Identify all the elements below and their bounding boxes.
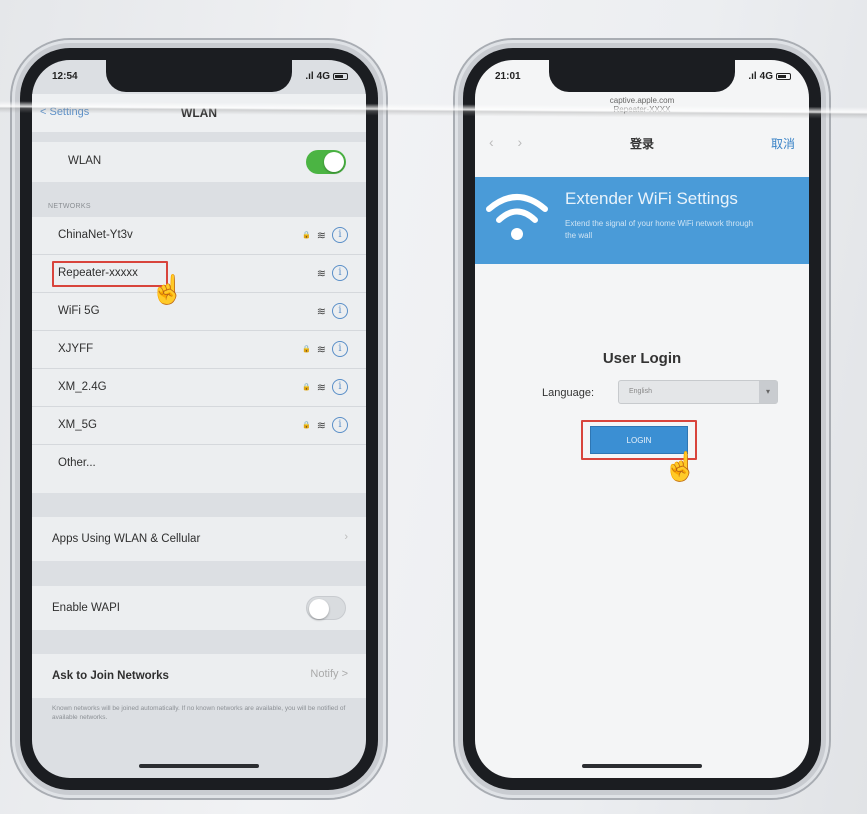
network-row[interactable]: WiFi 5G ≋ i xyxy=(32,293,366,331)
networks-header: NETWORKS xyxy=(48,203,91,210)
apps-using-wlan-row[interactable]: Apps Using WLAN & Cellular › xyxy=(32,517,366,561)
network-row[interactable]: Repeater-xxxxx ≋ i ☝ xyxy=(32,255,366,305)
info-icon[interactable]: i xyxy=(332,341,348,357)
wlan-toggle[interactable] xyxy=(306,150,346,174)
wapi-group: Enable WAPI xyxy=(32,586,366,630)
network-status-icons: 🔒 ≋ i xyxy=(302,227,348,243)
network-type: 4G xyxy=(316,71,330,82)
ask-join-group: Ask to Join Networks Notify > xyxy=(32,654,366,698)
browser-nav: ‹ › 登录 取消 xyxy=(475,124,809,162)
networks-list: ChinaNet-Yt3v 🔒 ≋ i Repeater-xxxxx ≋ i ☝ WiFi 5G… xyxy=(32,217,366,493)
enable-wapi-label: Enable WAPI xyxy=(52,602,120,614)
info-icon[interactable]: i xyxy=(332,265,348,281)
network-row[interactable]: XM_5G 🔒 ≋ i xyxy=(32,407,366,445)
phone-right: 21:01 .ıl 4G captive.apple.com Repeater-… xyxy=(455,40,829,798)
notch xyxy=(549,60,735,92)
banner-title: Extender WiFi Settings xyxy=(565,189,738,208)
info-icon[interactable]: i xyxy=(332,227,348,243)
captive-portal-screen: 21:01 .ıl 4G captive.apple.com Repeater-… xyxy=(475,60,809,778)
apps-group: Apps Using WLAN & Cellular › xyxy=(32,517,366,561)
wlan-row[interactable]: WLAN xyxy=(32,142,366,180)
status-signal: .ıl 4G xyxy=(305,71,348,82)
ask-to-join-row[interactable]: Ask to Join Networks Notify > xyxy=(32,654,366,698)
home-indicator xyxy=(139,764,259,768)
network-name: XJYFF xyxy=(58,343,94,355)
apps-using-wlan-label: Apps Using WLAN & Cellular xyxy=(52,533,201,545)
wifi-signal-icon: ≋ xyxy=(316,267,326,280)
home-indicator xyxy=(582,764,702,768)
lock-icon: 🔒 xyxy=(302,422,311,429)
browser-subtitle: Repeater-XXXX xyxy=(613,105,671,114)
notch xyxy=(106,60,292,92)
user-login-title: User Login xyxy=(602,350,682,367)
extender-banner: Extender WiFi Settings Extend the signal… xyxy=(475,177,809,264)
network-status-icons: 🔒 ≋ i xyxy=(302,341,348,357)
chevron-down-icon: ▾ xyxy=(759,381,777,403)
network-status-icons: 🔒 ≋ i xyxy=(302,379,348,395)
lock-icon: 🔒 xyxy=(302,232,311,239)
chevron-right-icon: › xyxy=(344,531,348,543)
network-status-icons: ≋ i xyxy=(317,303,348,319)
lock-icon: 🔒 xyxy=(302,346,311,353)
ask-to-join-label: Ask to Join Networks xyxy=(52,670,169,682)
info-icon[interactable]: i xyxy=(332,417,348,433)
wlan-label: WLAN xyxy=(68,155,102,167)
language-label: Language: xyxy=(542,387,594,399)
ask-to-join-value: Notify > xyxy=(310,668,348,680)
wifi-icon xyxy=(486,194,548,240)
wifi-signal-icon: ≋ xyxy=(316,381,326,394)
phone-left: 12:54 .ıl 4G < Settings WLAN WLAN NETWOR… xyxy=(12,40,386,798)
cancel-button[interactable]: 取消 xyxy=(771,135,795,152)
other-network-label: Other... xyxy=(58,457,96,469)
network-row[interactable]: ChinaNet-Yt3v 🔒 ≋ i xyxy=(32,217,366,255)
browser-header: captive.apple.com Repeater-XXXX xyxy=(475,94,809,124)
network-status-icons: 🔒 ≋ i xyxy=(302,417,348,433)
login-page-title: 登录 xyxy=(629,137,654,151)
status-time: 12:54 xyxy=(52,71,78,82)
page-title: WLAN xyxy=(181,106,217,120)
wlan-group: WLAN xyxy=(32,142,366,182)
status-time: 21:01 xyxy=(495,71,521,82)
signal-icon: .ıl xyxy=(748,71,757,82)
wifi-signal-icon: ≋ xyxy=(316,229,326,242)
wapi-toggle[interactable] xyxy=(306,596,346,620)
lock-icon: 🔒 xyxy=(302,384,311,391)
toggle-knob xyxy=(309,599,329,619)
network-row[interactable]: XJYFF 🔒 ≋ i xyxy=(32,331,366,369)
wifi-signal-icon: ≋ xyxy=(316,343,326,356)
battery-icon xyxy=(333,73,348,80)
signal-icon: .ıl xyxy=(305,71,314,82)
language-value: English xyxy=(629,388,652,395)
status-signal: .ıl 4G xyxy=(748,71,791,82)
url-text: captive.apple.com xyxy=(609,96,675,105)
network-type: 4G xyxy=(759,71,773,82)
info-icon[interactable]: i xyxy=(332,379,348,395)
enable-wapi-row[interactable]: Enable WAPI xyxy=(32,586,366,630)
network-name: ChinaNet-Yt3v xyxy=(58,229,133,241)
network-name: XM_2.4G xyxy=(58,381,107,393)
language-select[interactable]: English ▾ xyxy=(618,380,778,404)
toggle-knob xyxy=(324,152,344,172)
network-status-icons: ≋ i xyxy=(317,265,348,281)
other-network-row[interactable]: Other... xyxy=(32,445,366,483)
battery-icon xyxy=(776,73,791,80)
network-name: XM_5G xyxy=(58,419,97,431)
banner-description: Extend the signal of your home WiFi netw… xyxy=(565,219,754,240)
network-name: WiFi 5G xyxy=(58,305,100,317)
wifi-signal-icon: ≋ xyxy=(316,305,326,318)
info-icon[interactable]: i xyxy=(332,303,348,319)
nav-bar: < Settings WLAN xyxy=(32,94,366,132)
ask-to-join-footnote: Known networks will be joined automatica… xyxy=(52,705,346,721)
wifi-signal-icon: ≋ xyxy=(316,419,326,432)
pointing-hand-icon: ☝ xyxy=(663,451,698,482)
wlan-settings-screen: 12:54 .ıl 4G < Settings WLAN WLAN NETWOR… xyxy=(32,60,366,778)
network-row[interactable]: XM_2.4G 🔒 ≋ i xyxy=(32,369,366,407)
